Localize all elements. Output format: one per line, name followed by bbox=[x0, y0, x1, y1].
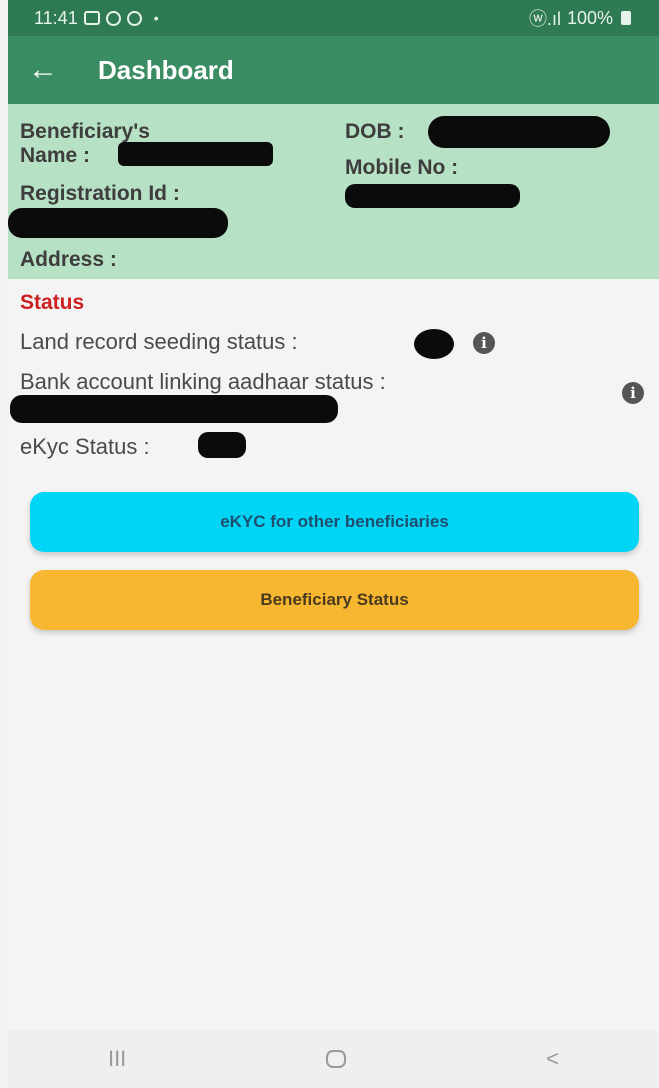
notification-icon bbox=[105, 10, 121, 26]
status-bar-right: ⓦ.ıl 100% bbox=[529, 5, 631, 31]
signal-icon: ⓦ.ıl bbox=[528, 9, 561, 29]
address-label: Address : bbox=[20, 248, 117, 271]
dob-label: DOB : bbox=[345, 120, 405, 143]
registration-id-label: Registration Id : bbox=[20, 182, 180, 205]
app-bar: ← Dashboard bbox=[8, 36, 659, 104]
page-title: Dashboard bbox=[98, 54, 234, 85]
beneficiary-info-panel: Beneficiary's Name : Registration Id : A… bbox=[8, 104, 659, 279]
info-circle-icon[interactable]: i bbox=[473, 332, 495, 354]
more-notifications-dot: • bbox=[153, 10, 159, 26]
beneficiary-name-redaction bbox=[118, 142, 273, 166]
clock: 11:41 bbox=[34, 7, 78, 28]
ekyc-other-beneficiaries-button[interactable]: eKYC for other beneficiaries bbox=[30, 492, 639, 552]
info-circle-icon[interactable]: i bbox=[622, 382, 644, 404]
beneficiary-name-label-line1: Beneficiary's bbox=[20, 120, 150, 143]
system-navigation-bar: III < bbox=[8, 1030, 659, 1088]
notification-icon-2 bbox=[126, 10, 142, 26]
dob-redaction bbox=[428, 116, 610, 148]
battery-percent: 100% bbox=[566, 7, 613, 28]
mobile-no-label: Mobile No : bbox=[345, 156, 459, 179]
status-section: Status Land record seeding status : i Ba… bbox=[8, 279, 659, 469]
recents-icon[interactable]: III bbox=[108, 1046, 126, 1072]
ekyc-status-redaction bbox=[198, 432, 246, 458]
system-status-bar: 11:41 • ⓦ.ıl 100% bbox=[8, 0, 659, 36]
bank-linking-label: Bank account linking aadhaar status : bbox=[20, 369, 386, 394]
home-icon[interactable] bbox=[326, 1050, 347, 1068]
land-record-status-redaction bbox=[414, 329, 454, 359]
land-record-seeding-label: Land record seeding status : bbox=[20, 329, 298, 354]
app-screen: 11:41 • ⓦ.ıl 100% ← Dashboard Beneficiar… bbox=[8, 0, 659, 1088]
status-heading: Status bbox=[20, 291, 85, 314]
arrow-left-icon[interactable]: ← bbox=[8, 53, 70, 87]
mobile-no-redaction bbox=[345, 184, 520, 208]
gallery-notification-icon bbox=[83, 11, 100, 25]
battery-icon bbox=[621, 11, 631, 25]
chevron-left-icon[interactable]: < bbox=[546, 1046, 559, 1072]
registration-id-redaction bbox=[8, 208, 228, 238]
beneficiary-status-button[interactable]: Beneficiary Status bbox=[30, 570, 639, 630]
status-bar-left: 11:41 • bbox=[34, 8, 159, 29]
beneficiary-name-label-line2: Name : bbox=[20, 144, 91, 167]
bank-linking-status-redaction bbox=[10, 395, 338, 423]
ekyc-status-label: eKyc Status : bbox=[20, 434, 150, 459]
